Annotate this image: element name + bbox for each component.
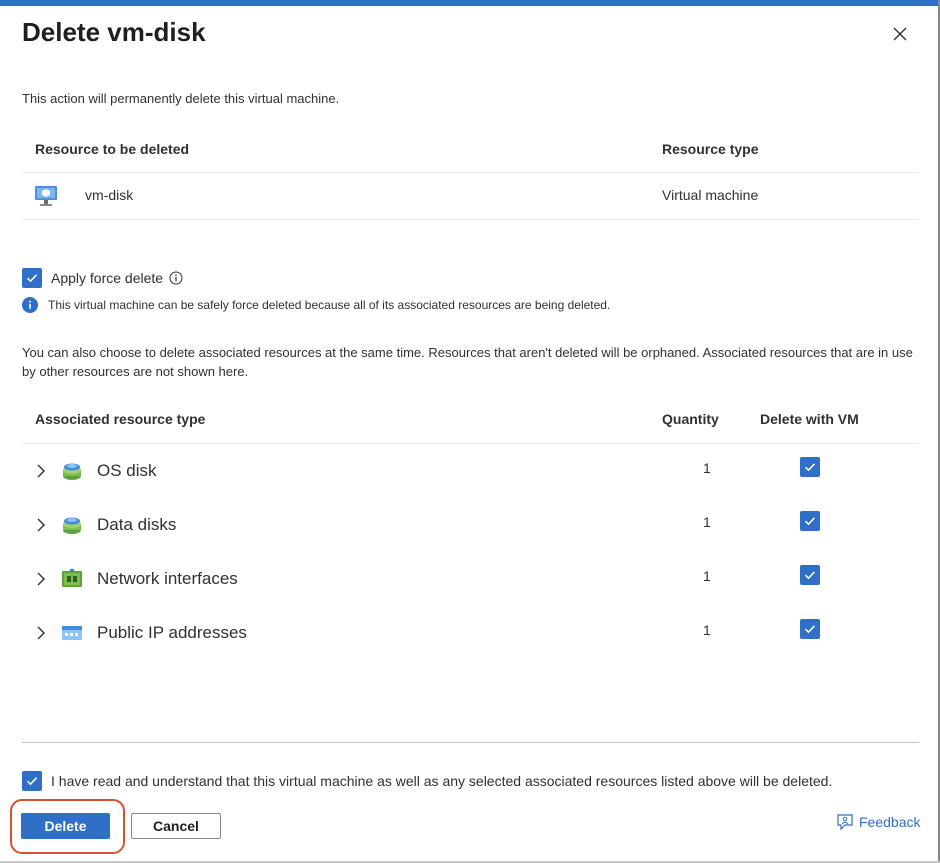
top-accent-bar xyxy=(0,0,940,6)
delete-button[interactable]: Delete xyxy=(21,813,110,839)
resource-type: Virtual machine xyxy=(662,187,759,203)
intro-text: This action will permanently delete this… xyxy=(22,91,340,106)
close-icon xyxy=(893,27,907,41)
checkmark-icon xyxy=(26,777,38,786)
disk-icon xyxy=(63,463,81,480)
resource-table-header: Resource to be deleted Resource type xyxy=(22,127,919,173)
feedback-icon xyxy=(837,814,853,831)
checkmark-icon xyxy=(804,463,816,472)
feedback-link[interactable]: Feedback xyxy=(836,813,920,831)
info-filled-icon xyxy=(22,297,38,313)
associated-name: Public IP addresses xyxy=(97,623,247,642)
public-ip-icon xyxy=(62,626,82,640)
header-delete-with-vm: Delete with VM xyxy=(760,411,859,427)
chevron-right-icon[interactable] xyxy=(35,625,47,641)
associated-name: OS disk xyxy=(97,461,157,480)
checkmark-icon xyxy=(804,517,816,526)
resource-name: vm-disk xyxy=(85,187,134,203)
associated-resources-table: Associated resource type Quantity Delete… xyxy=(22,398,919,660)
associated-quantity: 1 xyxy=(703,514,711,530)
force-delete-label: Apply force delete xyxy=(51,270,164,286)
disk-icon xyxy=(63,517,81,534)
chevron-right-icon[interactable] xyxy=(35,517,47,533)
close-button[interactable] xyxy=(889,23,911,45)
cancel-button[interactable]: Cancel xyxy=(131,813,221,839)
virtual-machine-icon xyxy=(35,186,57,206)
associated-quantity: 1 xyxy=(703,460,711,476)
info-icon[interactable] xyxy=(169,271,183,285)
force-delete-row: Apply force delete xyxy=(22,268,183,288)
associated-table-header: Associated resource type Quantity Delete… xyxy=(22,398,919,444)
associated-quantity: 1 xyxy=(703,622,711,638)
checkmark-icon xyxy=(26,274,38,283)
table-row: Network interfaces 1 xyxy=(22,552,919,606)
table-row: Data disks 1 xyxy=(22,498,919,552)
delete-with-vm-checkbox[interactable] xyxy=(800,511,820,531)
associated-quantity: 1 xyxy=(703,568,711,584)
dialog-title: Delete vm-disk xyxy=(22,17,206,47)
resource-table: Resource to be deleted Resource type vm-… xyxy=(22,127,919,220)
chevron-right-icon[interactable] xyxy=(35,463,47,479)
delete-with-vm-checkbox[interactable] xyxy=(800,457,820,477)
delete-with-vm-checkbox[interactable] xyxy=(800,619,820,639)
associated-name: Network interfaces xyxy=(97,569,238,588)
checkmark-icon xyxy=(804,625,816,634)
force-delete-info: This virtual machine can be safely force… xyxy=(22,297,610,313)
associated-name: Data disks xyxy=(97,515,177,534)
header-resource-type: Resource type xyxy=(662,141,759,157)
header-resource: Resource to be deleted xyxy=(35,141,190,157)
table-row: OS disk 1 xyxy=(22,444,919,498)
feedback-label: Feedback xyxy=(859,814,921,830)
footer-divider xyxy=(22,742,919,743)
chevron-right-icon[interactable] xyxy=(35,571,47,587)
acknowledge-checkbox[interactable] xyxy=(22,771,42,791)
network-interface-icon xyxy=(62,569,82,587)
delete-with-vm-checkbox[interactable] xyxy=(800,565,820,585)
associated-description: You can also choose to delete associated… xyxy=(22,345,913,379)
checkmark-icon xyxy=(804,571,816,580)
table-row: Public IP addresses 1 xyxy=(22,606,919,660)
force-delete-info-text: This virtual machine can be safely force… xyxy=(48,298,611,312)
acknowledge-row: I have read and understand that this vir… xyxy=(22,771,832,791)
header-quantity: Quantity xyxy=(662,411,719,427)
header-associated-type: Associated resource type xyxy=(35,411,206,427)
force-delete-checkbox[interactable] xyxy=(22,268,42,288)
table-row: vm-disk Virtual machine xyxy=(22,173,919,220)
acknowledge-label: I have read and understand that this vir… xyxy=(51,773,833,789)
